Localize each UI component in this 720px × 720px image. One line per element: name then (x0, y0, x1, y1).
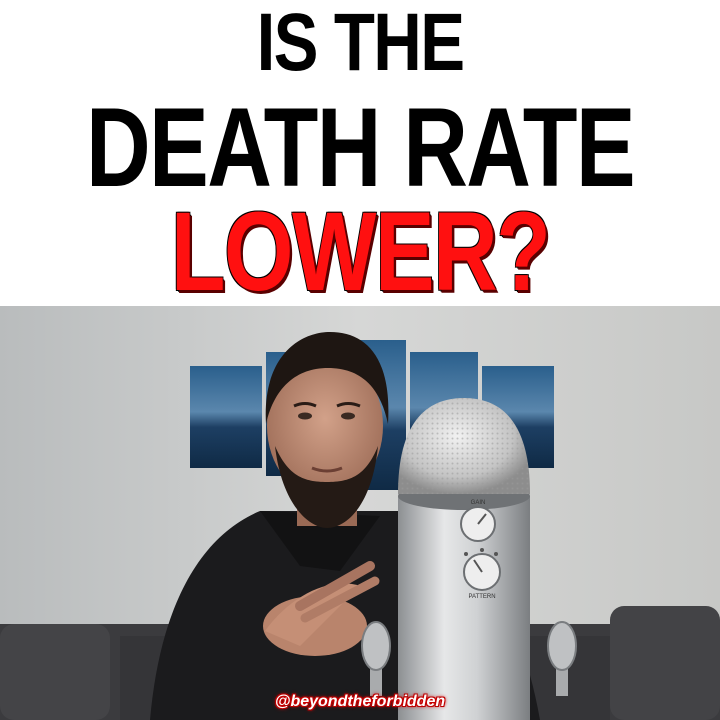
headline-line-2: DEATH RATE (85, 85, 636, 210)
headline-line-1: IS THE (256, 0, 465, 88)
mic-pattern-label: PATTERN (468, 594, 495, 600)
video-scene: GAIN PATTERN (0, 306, 720, 720)
social-handle: @beyondtheforbidden (274, 693, 446, 710)
screenshot-frame: IS THE DEATH RATE LOWER? GAIN PATTERN @b… (0, 0, 720, 720)
headline-line-3: LOWER? (170, 189, 551, 314)
video-frame: GAIN PATTERN (0, 306, 720, 720)
mic-gain-label: GAIN (471, 500, 486, 506)
headline-panel: IS THE DEATH RATE LOWER? (0, 0, 720, 314)
